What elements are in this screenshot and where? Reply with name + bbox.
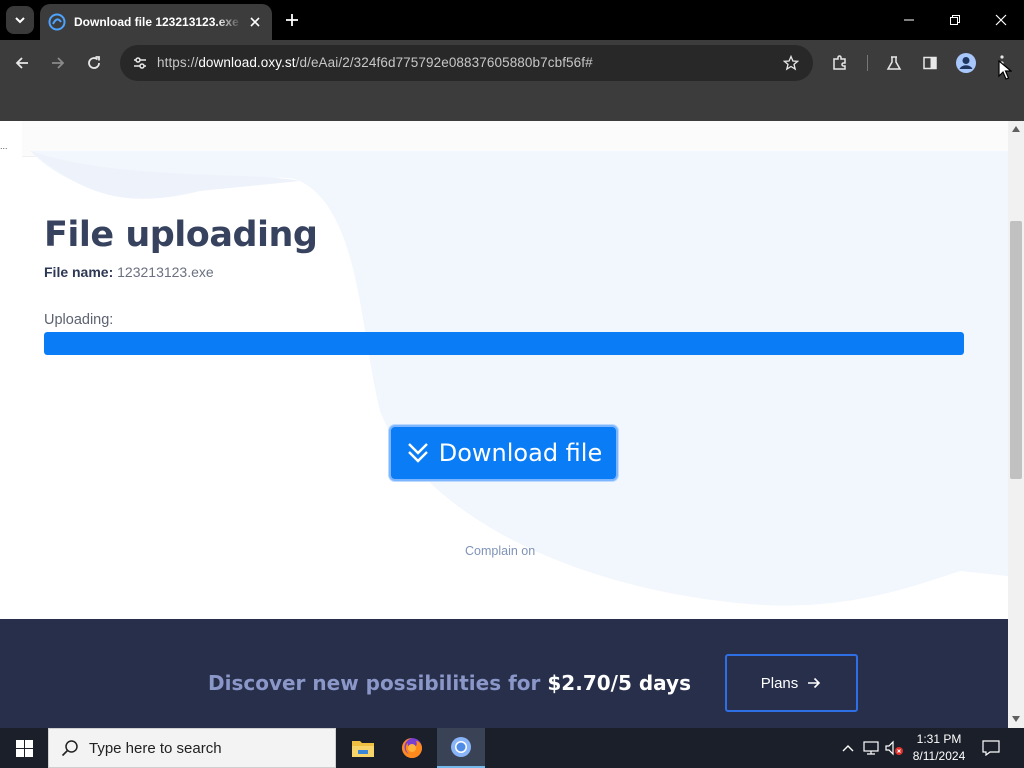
windows-logo-icon [15, 739, 33, 757]
volume-muted-icon [885, 740, 903, 756]
file-name-value: 123213123.exe [117, 264, 214, 280]
notification-icon [982, 740, 1000, 756]
flask-icon [886, 56, 902, 70]
extensions-button[interactable] [826, 49, 854, 77]
browser-toolbar: https://download.oxy.st/d/eAai/2/324f6d7… [0, 40, 1024, 86]
scrollbar-thumb[interactable] [1010, 221, 1022, 479]
minimize-button[interactable] [886, 6, 932, 34]
page-title: File uploading [44, 215, 318, 255]
restore-button[interactable] [932, 6, 978, 34]
double-chevron-down-icon [407, 443, 428, 463]
download-button-label: Download file [438, 439, 603, 467]
triangle-down-icon [1012, 716, 1020, 722]
tab-search-button[interactable] [6, 6, 34, 34]
url-scheme: https:// [157, 55, 199, 70]
clock-time: 1:31 PM [916, 732, 962, 746]
start-button[interactable] [0, 728, 48, 768]
close-window-button[interactable] [978, 6, 1024, 34]
triangle-up-icon [1012, 126, 1020, 132]
promo-banner: Discover new possibilities for $2.70/5 da… [0, 619, 1008, 728]
tab-title: Download file 123213123.exe on [74, 15, 242, 29]
windows-taskbar: Type here to search 1:31 PM 8/11/2024 [0, 728, 1024, 768]
arrow-right-icon [52, 57, 65, 69]
taskbar-clock[interactable]: 1:31 PM 8/11/2024 [906, 731, 972, 765]
url-path: /d/eAai/2/324f6d775792e08837605880b7cbf5… [295, 55, 593, 70]
chevron-down-icon [15, 17, 25, 24]
plans-button-label: Plans [760, 674, 799, 692]
reload-button[interactable] [80, 49, 108, 77]
chrome-icon [451, 737, 471, 757]
taskbar-file-explorer[interactable] [339, 728, 387, 768]
arrow-left-icon [15, 57, 28, 69]
site-info-button[interactable] [126, 49, 154, 77]
file-explorer-icon [352, 741, 374, 757]
url-text: https://download.oxy.st/d/eAai/2/324f6d7… [157, 55, 593, 70]
uploading-label: Uploading: [44, 312, 114, 328]
star-icon [783, 55, 799, 71]
promo-price: $2.70/5 days [547, 671, 691, 695]
restore-icon [950, 15, 960, 25]
reload-icon [88, 56, 100, 69]
close-icon [995, 14, 1007, 26]
url-host: download.oxy.st [198, 55, 296, 70]
chevron-up-icon [842, 745, 854, 752]
avatar-icon [956, 53, 976, 73]
tab-strip: Download file 123213123.exe on [0, 0, 1024, 40]
puzzle-icon [833, 55, 846, 70]
tune-icon [134, 57, 146, 69]
clock-date: 8/11/2024 [912, 749, 966, 763]
minimize-icon [904, 19, 914, 21]
page-scrollbar[interactable] [1008, 121, 1024, 728]
tiny-text: ... [0, 141, 8, 151]
firefox-icon [402, 738, 422, 758]
plans-button[interactable]: Plans [725, 654, 858, 712]
tab-active[interactable]: Download file 123213123.exe on [40, 4, 272, 40]
taskbar-search-box[interactable]: Type here to search [48, 728, 336, 768]
tab-close-button[interactable] [246, 13, 264, 31]
profile-button[interactable] [952, 49, 980, 77]
upload-progress-bar [44, 332, 964, 355]
file-name-line: File name: 123213123.exe [44, 264, 214, 280]
scroll-down-button[interactable] [1012, 715, 1020, 723]
close-icon [250, 17, 260, 27]
mouse-cursor-icon [998, 60, 1012, 80]
arrow-right-icon [808, 677, 821, 689]
upload-progress-fill [44, 332, 964, 355]
toolbar-separator [867, 55, 868, 71]
tray-overflow-button[interactable] [838, 738, 858, 758]
search-placeholder: Type here to search [89, 739, 222, 757]
volume-tray-icon[interactable] [884, 738, 904, 758]
plus-icon [286, 14, 298, 26]
notification-center-button[interactable] [978, 736, 1004, 760]
search-icon [61, 740, 78, 757]
network-icon [863, 741, 879, 755]
bookmark-star-button[interactable] [779, 51, 803, 75]
address-bar[interactable]: https://download.oxy.st/d/eAai/2/324f6d7… [120, 45, 813, 81]
side-panel-icon [923, 56, 937, 70]
back-button[interactable] [8, 49, 36, 77]
forward-button[interactable] [44, 49, 72, 77]
bookmark-bar [0, 86, 1024, 121]
scroll-up-button[interactable] [1012, 125, 1020, 133]
side-panel-button[interactable] [916, 49, 944, 77]
file-name-label: File name: [44, 264, 114, 280]
promo-text: Discover new possibilities for $2.70/5 da… [208, 671, 691, 695]
complain-link[interactable]: Complain on [465, 544, 535, 558]
site-favicon-icon [48, 13, 66, 31]
download-file-button[interactable]: Download file [389, 425, 618, 481]
page-viewport: ... File uploading File name: 123213123.… [0, 121, 1008, 728]
taskbar-chrome[interactable] [437, 728, 485, 768]
taskbar-firefox[interactable] [388, 728, 436, 768]
promo-message: Discover new possibilities for [208, 671, 541, 695]
labs-button[interactable] [880, 49, 908, 77]
new-tab-button[interactable] [280, 8, 304, 32]
network-tray-icon[interactable] [861, 738, 881, 758]
